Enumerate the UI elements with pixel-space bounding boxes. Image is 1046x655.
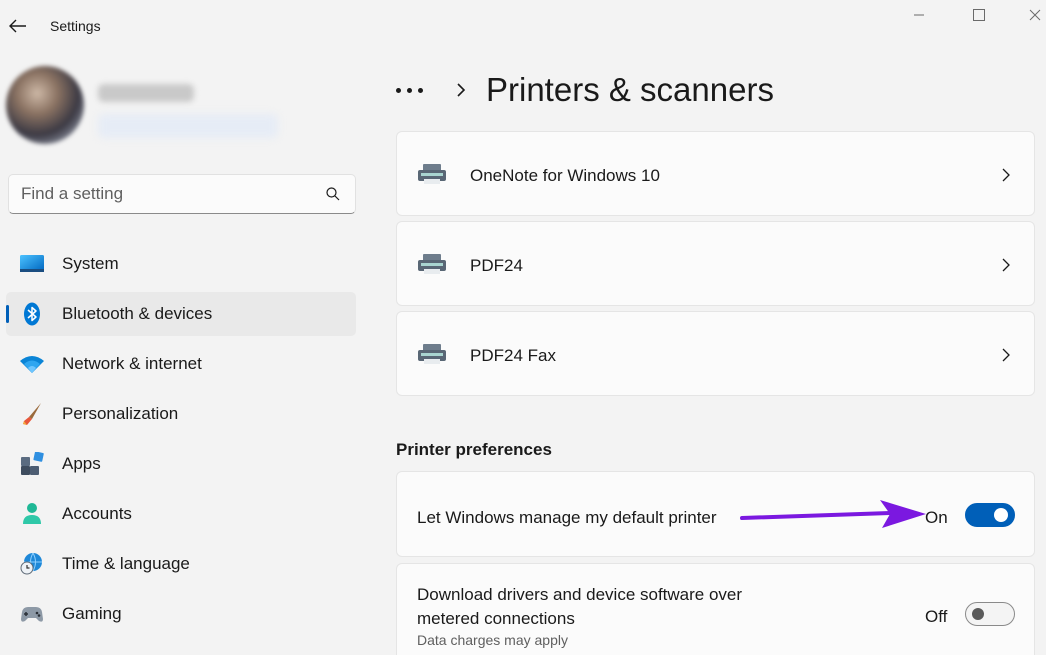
sidebar-item-bluetooth[interactable]: Bluetooth & devices xyxy=(6,292,356,336)
printer-icon xyxy=(418,254,446,274)
sidebar-item-time-language[interactable]: Time & language xyxy=(6,542,356,586)
printer-item-pdf24[interactable]: PDF24 xyxy=(396,221,1035,306)
more-icon[interactable] xyxy=(396,82,432,98)
profile-name-redacted xyxy=(98,84,194,102)
profile-email-redacted xyxy=(98,114,278,138)
printer-item-onenote[interactable]: OneNote for Windows 10 xyxy=(396,131,1035,216)
search-input[interactable] xyxy=(21,183,311,205)
page-title: Printers & scanners xyxy=(486,71,774,108)
close-button[interactable] xyxy=(1012,4,1046,26)
setting-default-printer: Let Windows manage my default printer On xyxy=(396,471,1035,557)
search-box[interactable] xyxy=(8,174,356,214)
printer-icon xyxy=(418,344,446,364)
maximize-icon xyxy=(973,9,985,21)
sidebar-item-label: Apps xyxy=(62,454,101,473)
back-button[interactable] xyxy=(6,14,30,38)
toggle-state-label: On xyxy=(925,508,948,527)
sidebar-item-label: Personalization xyxy=(62,404,179,423)
sidebar-item-label: Network & internet xyxy=(62,354,202,373)
minimize-icon xyxy=(914,14,924,16)
sidebar-item-personalization[interactable]: Personalization xyxy=(6,392,356,436)
sidebar-item-label: System xyxy=(62,254,119,273)
maximize-button[interactable] xyxy=(956,4,1002,26)
sidebar-item-network[interactable]: Network & internet xyxy=(6,342,356,386)
gamepad-icon xyxy=(21,607,43,622)
sidebar-item-label: Accounts xyxy=(62,504,132,523)
bluetooth-icon xyxy=(24,302,40,326)
wifi-icon xyxy=(20,356,44,373)
setting-label-line2: metered connections xyxy=(417,609,575,628)
sidebar-item-system[interactable]: System xyxy=(6,242,356,286)
toggle-state-label: Off xyxy=(925,607,948,626)
setting-label-line1: Download drivers and device software ove… xyxy=(417,585,743,604)
printer-icon xyxy=(418,164,446,184)
sidebar-nav: System Bluetooth & devices Network & int… xyxy=(6,242,356,642)
metered-downloads-toggle[interactable] xyxy=(965,602,1015,626)
back-arrow-icon xyxy=(9,19,26,33)
chevron-right-icon xyxy=(457,83,466,97)
printer-name: PDF24 xyxy=(470,256,523,275)
user-profile[interactable] xyxy=(6,62,346,152)
title-bar: Settings xyxy=(0,0,1046,52)
brush-icon xyxy=(23,403,41,425)
sidebar-item-label: Time & language xyxy=(62,554,190,573)
apps-icon xyxy=(21,452,44,475)
printer-item-pdf24-fax[interactable]: PDF24 Fax xyxy=(396,311,1035,396)
toggle-knob xyxy=(994,508,1008,522)
chevron-right-icon xyxy=(1002,168,1010,182)
minimize-button[interactable] xyxy=(896,4,942,26)
printer-name: PDF24 Fax xyxy=(470,346,556,365)
sidebar-item-gaming[interactable]: Gaming xyxy=(6,592,356,636)
chevron-right-icon xyxy=(1002,348,1010,362)
monitor-icon xyxy=(20,255,44,272)
sidebar-item-apps[interactable]: Apps xyxy=(6,442,356,486)
search-icon[interactable] xyxy=(325,186,341,202)
sidebar-item-accounts[interactable]: Accounts xyxy=(6,492,356,536)
person-icon xyxy=(23,503,41,524)
default-printer-toggle[interactable] xyxy=(965,503,1015,527)
printer-name: OneNote for Windows 10 xyxy=(470,166,660,185)
chevron-right-icon xyxy=(1002,258,1010,272)
section-title: Printer preferences xyxy=(396,440,552,459)
setting-description: Data charges may apply xyxy=(417,632,568,648)
close-icon xyxy=(1029,9,1041,21)
sidebar-item-label: Bluetooth & devices xyxy=(62,304,213,323)
globe-clock-icon xyxy=(20,552,42,575)
setting-label: Let Windows manage my default printer xyxy=(417,508,717,527)
app-title: Settings xyxy=(50,18,101,34)
avatar xyxy=(6,66,84,144)
sidebar-item-label: Gaming xyxy=(62,604,122,623)
toggle-knob xyxy=(972,608,984,620)
setting-metered-downloads: Download drivers and device software ove… xyxy=(396,563,1035,655)
